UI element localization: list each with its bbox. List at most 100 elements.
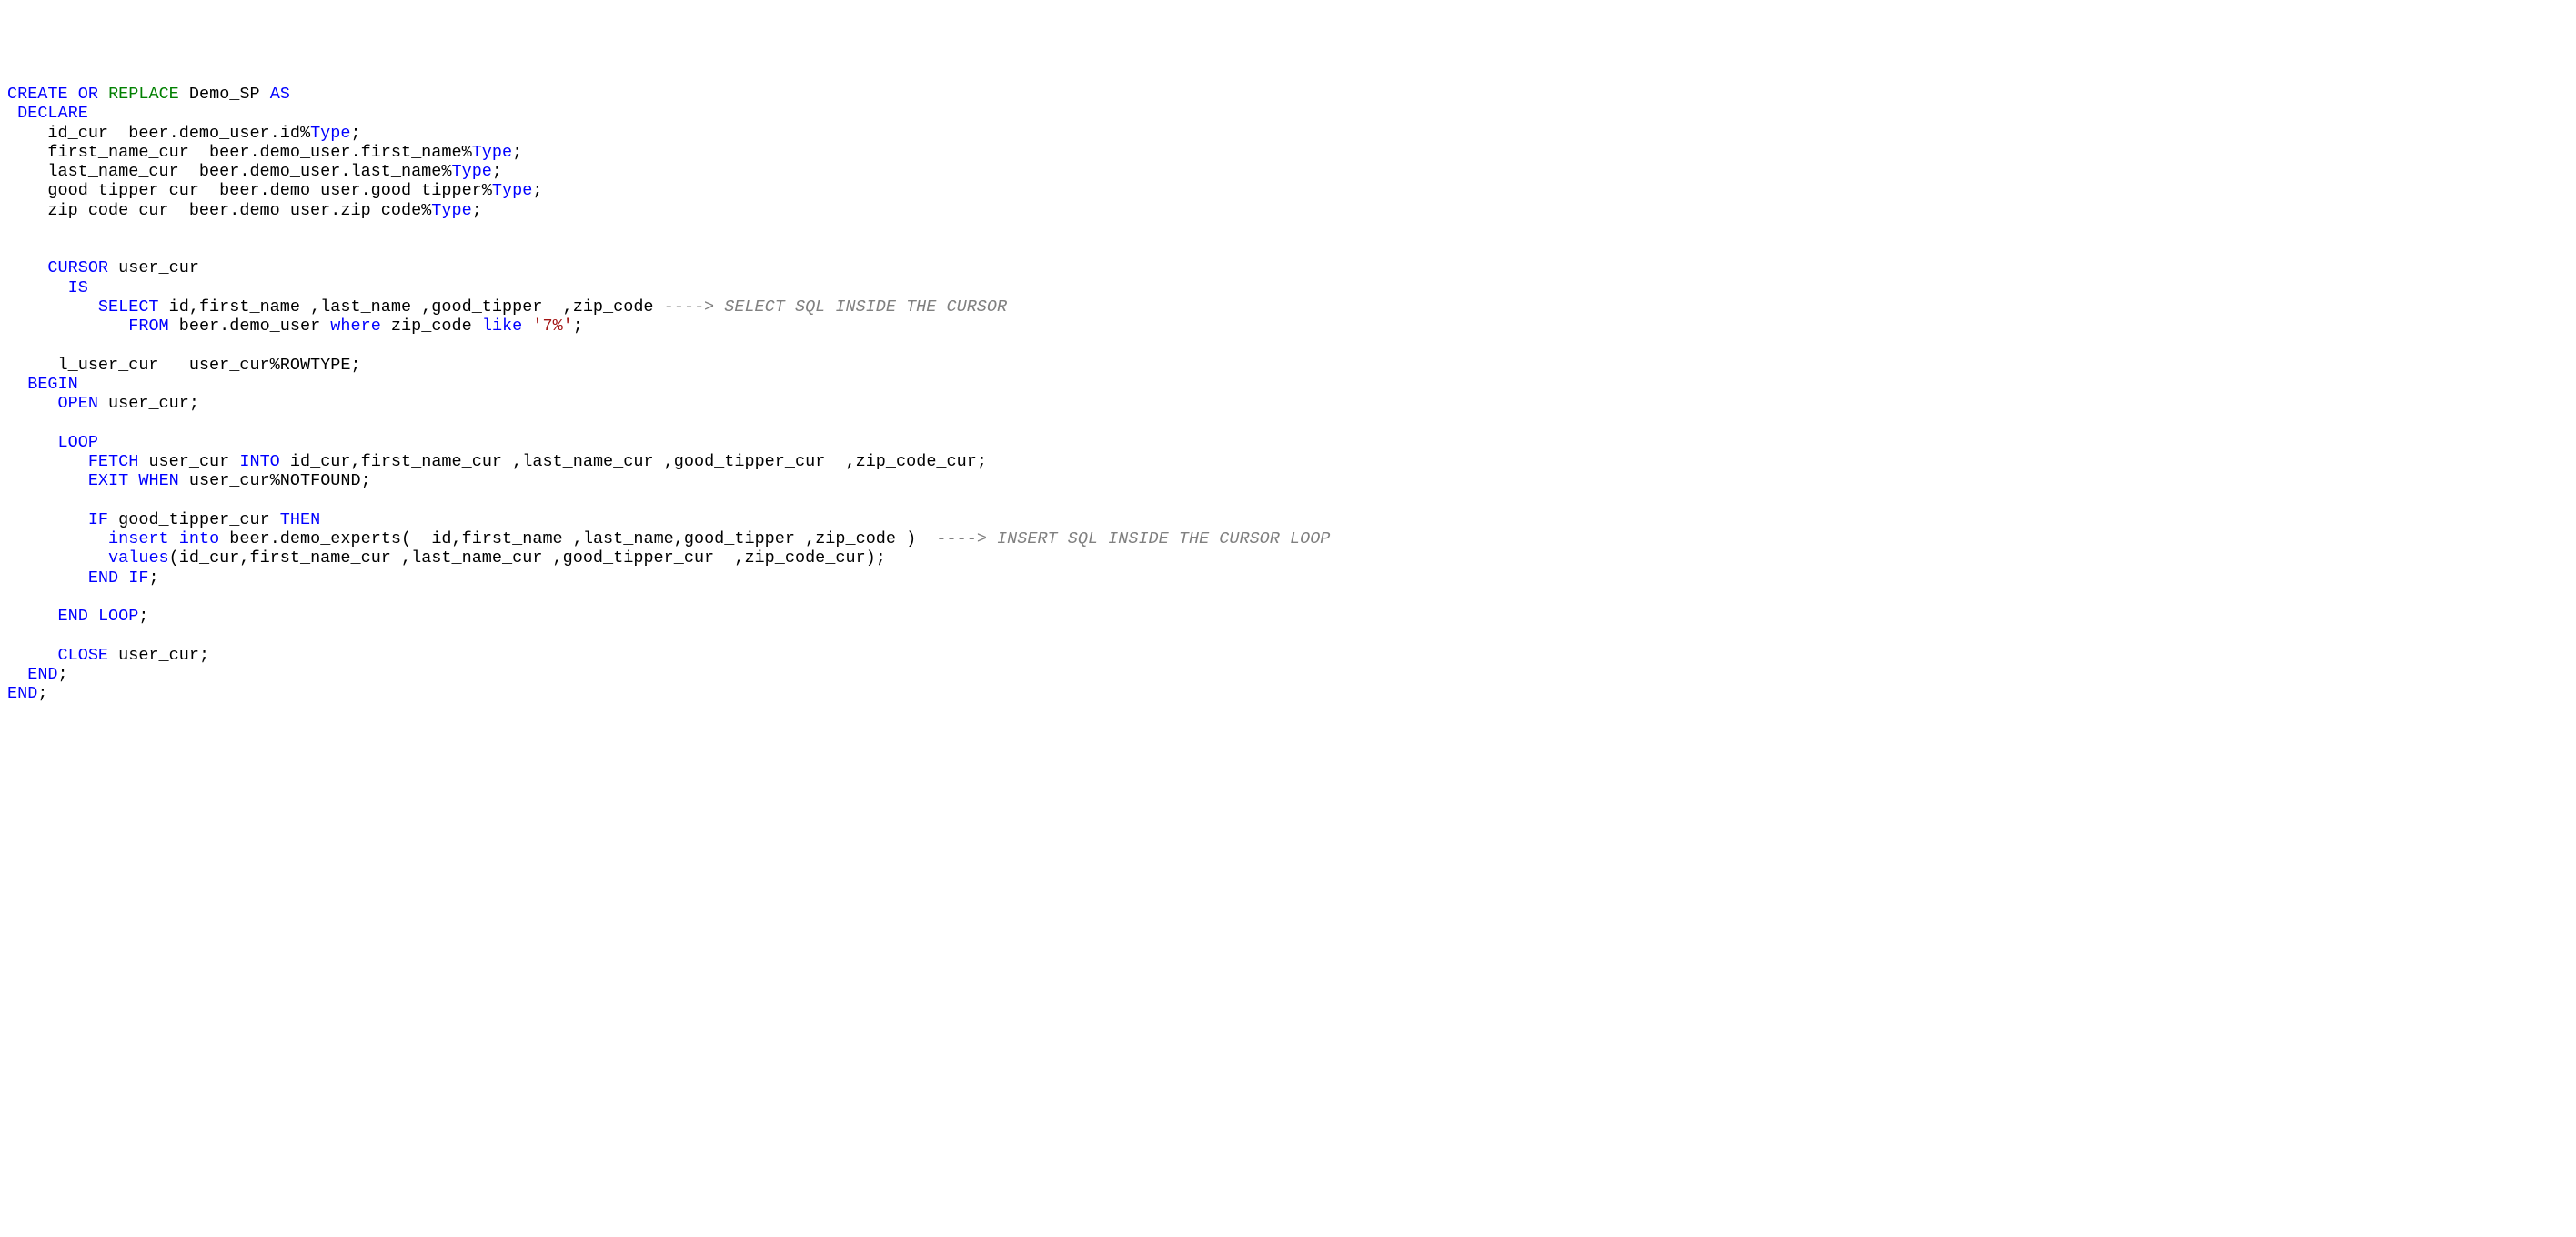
code-token: ----> INSERT SQL INSIDE THE CURSOR LOOP xyxy=(936,529,1330,548)
code-token: CREATE xyxy=(7,85,68,104)
code-token: ; xyxy=(512,143,522,162)
code-token xyxy=(7,568,88,588)
code-token: EXIT xyxy=(88,471,128,490)
code-line: FETCH user_cur INTO id_cur,first_name_cu… xyxy=(7,452,2569,471)
code-token: IF xyxy=(128,568,148,588)
code-token: user_cur%NOTFOUND; xyxy=(179,471,371,490)
code-token xyxy=(88,607,98,626)
code-token xyxy=(7,627,17,646)
code-token: user_cur xyxy=(108,258,199,277)
code-line: id_cur beer.demo_user.id%Type; xyxy=(7,124,2569,143)
code-token: ; xyxy=(350,124,360,143)
code-line xyxy=(7,627,2569,646)
code-token: ; xyxy=(472,201,482,220)
code-line: good_tipper_cur beer.demo_user.good_tipp… xyxy=(7,181,2569,200)
code-token xyxy=(7,452,88,471)
code-line: LOOP xyxy=(7,433,2569,452)
code-token: OPEN xyxy=(58,394,98,413)
code-line: END; xyxy=(7,665,2569,684)
code-token xyxy=(7,471,88,490)
code-token: REPLACE xyxy=(108,85,179,104)
code-token xyxy=(98,85,108,104)
code-line: SELECT id,first_name ,last_name ,good_ti… xyxy=(7,297,2569,317)
code-token: INTO xyxy=(239,452,279,471)
code-token xyxy=(7,239,17,258)
code-token: values xyxy=(108,548,169,568)
code-line: CLOSE user_cur; xyxy=(7,646,2569,665)
code-token: SELECT xyxy=(98,297,159,317)
code-token: ; xyxy=(532,181,542,200)
code-token xyxy=(7,258,47,277)
code-block: CREATE OR REPLACE Demo_SP AS DECLARE id_… xyxy=(7,85,2569,704)
code-token: DECLARE xyxy=(17,104,88,123)
code-line: OPEN user_cur; xyxy=(7,394,2569,413)
code-line: END; xyxy=(7,684,2569,703)
code-line: values(id_cur,first_name_cur ,last_name_… xyxy=(7,548,2569,568)
code-line: zip_code_cur beer.demo_user.zip_code%Typ… xyxy=(7,201,2569,220)
code-token xyxy=(7,394,58,413)
code-token: ----> SELECT SQL INSIDE THE CURSOR xyxy=(664,297,1007,317)
code-token: Type xyxy=(492,181,532,200)
code-token: LOOP xyxy=(58,433,98,452)
code-line: END IF; xyxy=(7,568,2569,588)
code-token: last_name_cur beer.demo_user.last_name% xyxy=(7,162,451,181)
code-token: id_cur,first_name_cur ,last_name_cur ,go… xyxy=(280,452,987,471)
code-token: IF xyxy=(88,510,108,529)
code-token: id_cur beer.demo_user.id% xyxy=(7,124,310,143)
code-token: where xyxy=(330,317,381,336)
code-token: END xyxy=(7,684,37,703)
code-token xyxy=(118,568,128,588)
code-token: AS xyxy=(270,85,290,104)
code-token: insert xyxy=(108,529,169,548)
code-token: user_cur xyxy=(138,452,239,471)
code-token: Type xyxy=(431,201,471,220)
code-line xyxy=(7,414,2569,433)
code-line: first_name_cur beer.demo_user.first_name… xyxy=(7,143,2569,162)
code-line: insert into beer.demo_experts( id,first_… xyxy=(7,529,2569,548)
code-token xyxy=(169,529,179,548)
code-token: LOOP xyxy=(98,607,138,626)
code-token xyxy=(7,104,17,123)
code-token xyxy=(7,607,58,626)
code-token: ; xyxy=(138,607,148,626)
code-line xyxy=(7,337,2569,356)
code-token: good_tipper_cur beer.demo_user.good_tipp… xyxy=(7,181,492,200)
code-token: WHEN xyxy=(138,471,178,490)
code-token xyxy=(7,548,108,568)
code-line: CURSOR user_cur xyxy=(7,258,2569,277)
code-line: CREATE OR REPLACE Demo_SP AS xyxy=(7,85,2569,104)
code-line: DECLARE xyxy=(7,104,2569,123)
code-token xyxy=(68,85,78,104)
code-token: beer.demo_user xyxy=(169,317,331,336)
code-token: like xyxy=(482,317,522,336)
code-line xyxy=(7,491,2569,510)
code-token: '7%' xyxy=(532,317,572,336)
code-token xyxy=(7,317,128,336)
code-token: CURSOR xyxy=(47,258,108,277)
code-token xyxy=(7,375,27,394)
code-token xyxy=(7,433,58,452)
code-line: FROM beer.demo_user where zip_code like … xyxy=(7,317,2569,336)
code-token: zip_code_cur beer.demo_user.zip_code% xyxy=(7,201,431,220)
code-token: THEN xyxy=(280,510,320,529)
code-line xyxy=(7,220,2569,239)
code-token xyxy=(7,646,58,665)
code-token: good_tipper_cur xyxy=(108,510,280,529)
code-token: Demo_SP xyxy=(179,85,270,104)
code-line: last_name_cur beer.demo_user.last_name%T… xyxy=(7,162,2569,181)
code-token xyxy=(7,278,68,297)
code-token xyxy=(7,510,88,529)
code-token: zip_code xyxy=(381,317,482,336)
code-token: id,first_name ,last_name ,good_tipper ,z… xyxy=(159,297,664,317)
code-line xyxy=(7,239,2569,258)
code-token: beer.demo_experts( id,first_name ,last_n… xyxy=(219,529,936,548)
code-token: first_name_cur beer.demo_user.first_name… xyxy=(7,143,472,162)
code-token: Type xyxy=(310,124,350,143)
code-line: l_user_cur user_cur%ROWTYPE; xyxy=(7,356,2569,375)
code-token: ; xyxy=(573,317,583,336)
code-token: ; xyxy=(148,568,158,588)
code-token xyxy=(7,297,98,317)
code-token xyxy=(7,491,17,510)
code-token xyxy=(128,471,138,490)
code-line: IS xyxy=(7,278,2569,297)
